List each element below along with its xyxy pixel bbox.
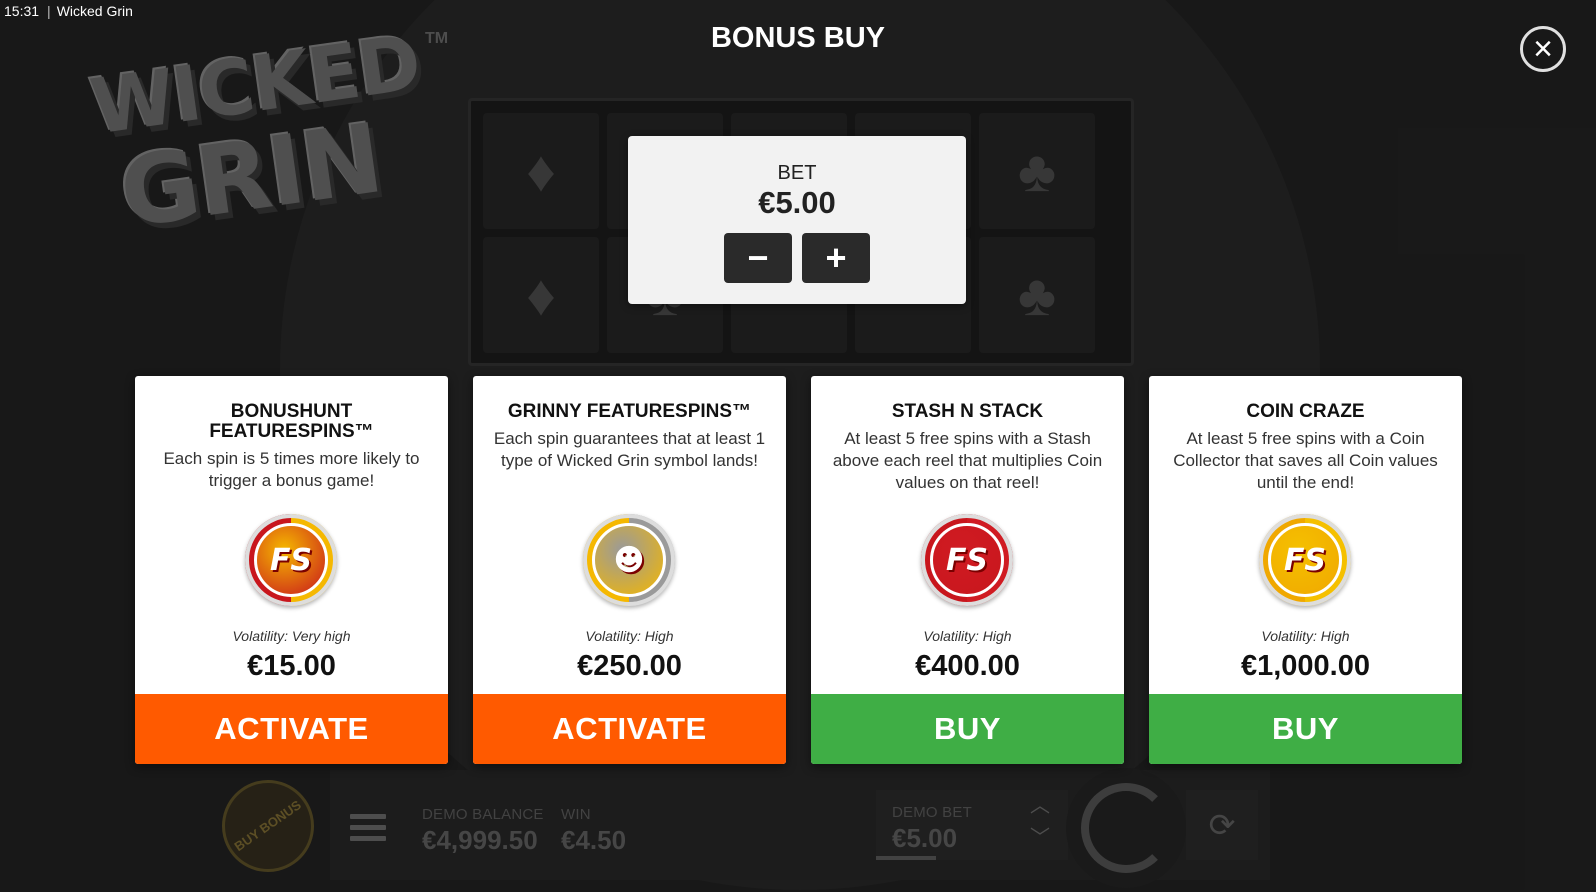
buy-button[interactable]: BUY — [811, 694, 1124, 764]
close-button[interactable]: × — [1520, 26, 1566, 72]
card-description: At least 5 free spins with a Stash above… — [832, 429, 1103, 492]
bonus-card-bonushunt: BONUSHUNT FEATURESPINS™ Each spin is 5 t… — [135, 376, 448, 764]
card-description: Each spin guarantees that at least 1 typ… — [493, 429, 766, 470]
bet-increase-button[interactable]: + — [802, 233, 870, 283]
bonus-card-grinny: GRINNY FEATURESPINS™ Each spin guarantee… — [473, 376, 786, 764]
card-volatility: Volatility: High — [923, 628, 1012, 644]
status-app-name: Wicked Grin — [56, 3, 133, 19]
card-price: €250.00 — [577, 650, 682, 682]
card-description: At least 5 free spins with a Coin Collec… — [1173, 429, 1438, 492]
bet-panel: BET €5.00 − + — [628, 136, 966, 304]
icon-inner: ☻ — [592, 523, 666, 597]
card-volatility: Volatility: High — [1261, 628, 1350, 644]
bet-value: €5.00 — [758, 185, 836, 220]
card-volatility: Volatility: High — [585, 628, 674, 644]
close-icon: × — [1533, 30, 1553, 68]
card-price: €400.00 — [915, 650, 1020, 682]
fs-gold-icon: FS — [1259, 514, 1351, 606]
status-bar: 15:31 | Wicked Grin — [4, 3, 133, 19]
fs-red-icon: FS — [921, 514, 1013, 606]
buy-button[interactable]: BUY — [1149, 694, 1462, 764]
card-title: COIN CRAZE — [1246, 401, 1365, 422]
icon-inner: FS — [930, 523, 1004, 597]
activate-button[interactable]: ACTIVATE — [135, 694, 448, 764]
card-description: Each spin is 5 times more likely to trig… — [163, 449, 420, 490]
grinny-skull-icon: ☻ — [583, 514, 675, 606]
card-title: STASH N STACK — [891, 401, 1044, 422]
bonus-card-stash-n-stack: STASH N STACK At least 5 free spins with… — [811, 376, 1124, 764]
bonus-card-coin-craze: COIN CRAZE At least 5 free spins with a … — [1149, 376, 1462, 764]
bet-decrease-button[interactable]: − — [724, 233, 792, 283]
status-time: 15:31 — [4, 3, 40, 19]
activate-button[interactable]: ACTIVATE — [473, 694, 786, 764]
card-title: GRINNY FEATURESPINS™ — [507, 401, 752, 422]
modal-title: BONUS BUY — [710, 22, 885, 54]
icon-inner: FS — [254, 523, 328, 597]
card-price: €1,000.00 — [1240, 650, 1370, 682]
card-price: €15.00 — [247, 650, 336, 682]
bet-label: BET — [777, 162, 817, 184]
fs-x5-icon: FS — [245, 514, 337, 606]
card-title: BONUSHUNT FEATURESPINS™ — [209, 401, 374, 442]
card-volatility: Volatility: Very high — [232, 628, 351, 644]
icon-inner: FS — [1268, 523, 1342, 597]
